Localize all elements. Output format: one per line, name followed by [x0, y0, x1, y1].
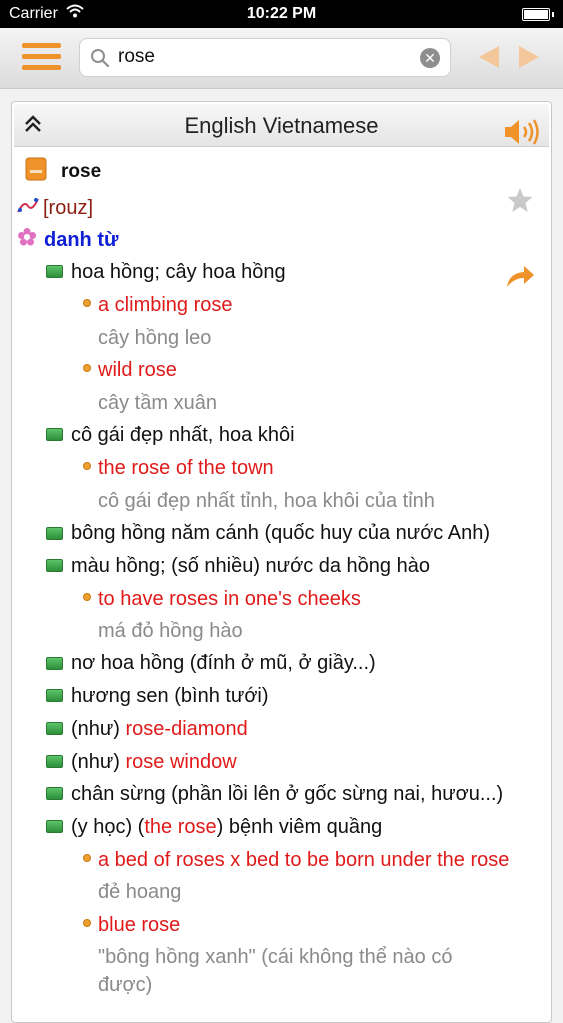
flower-icon [17, 227, 37, 252]
part-of-speech: danh từ [44, 229, 119, 251]
sense-bullet-icon [46, 755, 63, 768]
sense-meaning: (như) rose window [71, 751, 237, 774]
example-text[interactable]: to have roses in one's cheeks [98, 588, 361, 611]
dictionary-title: English Vietnamese [184, 113, 379, 138]
example-text[interactable]: the rose of the town [98, 457, 274, 480]
sense-suffix: ) bệnh viêm quầng [216, 816, 383, 838]
battery-icon [522, 8, 554, 21]
example-translation: "bông hồng xanh" (cái không thể nào có [98, 946, 453, 968]
sense-meaning: (như) rose-diamond [71, 718, 248, 741]
sense-bullet-icon [46, 787, 63, 800]
example-bullet-icon [83, 462, 91, 470]
sense-bullet-icon [46, 265, 63, 278]
cross-reference-link[interactable]: the rose [144, 816, 216, 838]
sense-meaning: cô gái đẹp nhất, hoa khôi [71, 424, 295, 446]
cross-reference-link[interactable]: rose window [126, 751, 237, 773]
pronunciation-text: [rouz] [43, 197, 94, 219]
menu-icon[interactable] [22, 42, 61, 72]
example-bullet-icon [83, 854, 91, 862]
example-bullet-icon [83, 299, 91, 307]
example-translation: cây tầm xuân [98, 392, 217, 414]
sense-bullet-icon [46, 527, 63, 540]
sense-prefix: (như) [71, 751, 126, 773]
speaker-icon[interactable] [503, 118, 541, 151]
example-text[interactable]: blue rose [98, 914, 180, 937]
sense-meaning: chân sừng (phần lồi lên ở gốc sừng nai, … [71, 783, 504, 805]
cross-reference-link[interactable]: rose-diamond [126, 718, 248, 740]
panel-header: English Vietnamese [14, 104, 549, 147]
search-input[interactable] [118, 45, 408, 69]
sense-meaning: nơ hoa hồng (đính ở mũ, ở giầy...) [71, 652, 376, 674]
example-translation: đẻ hoang [98, 881, 182, 903]
clear-icon[interactable]: ✕ [420, 48, 440, 68]
sense-prefix: (y học) ( [71, 816, 145, 838]
back-arrow-icon[interactable] [478, 45, 500, 74]
sense-bullet-icon [46, 559, 63, 572]
example-text[interactable]: a bed of roses x bed to be born under th… [98, 849, 509, 872]
example-text[interactable]: a climbing rose [98, 294, 233, 317]
share-icon[interactable] [504, 263, 536, 294]
example-translation: má đỏ hồng hào [98, 620, 243, 642]
sense-meaning: hoa hồng; cây hoa hồng [71, 261, 286, 283]
sense-bullet-icon [46, 657, 63, 670]
star-icon[interactable] [506, 186, 534, 219]
dictionary-book-icon [25, 157, 47, 186]
sense-bullet-icon [46, 689, 63, 702]
toolbar: ✕ [0, 28, 563, 89]
example-bullet-icon [83, 364, 91, 372]
sense-bullet-icon [46, 722, 63, 735]
sense-meaning: (y học) (the rose) bệnh viêm quầng [71, 816, 382, 839]
sense-bullet-icon [46, 820, 63, 833]
example-text[interactable]: wild rose [98, 359, 177, 382]
sense-prefix: (như) [71, 718, 126, 740]
example-translation: cô gái đẹp nhất tỉnh, hoa khôi của tỉnh [98, 490, 435, 512]
sense-meaning: bông hồng năm cánh (quốc huy của nước An… [71, 522, 491, 544]
clock: 10:22 PM [246, 5, 317, 22]
sense-bullet-icon [46, 428, 63, 441]
search-bar: ✕ [79, 38, 451, 77]
sense-meaning: hương sen (bình tưới) [71, 685, 269, 707]
example-translation: được) [98, 974, 153, 996]
search-icon [90, 48, 110, 73]
forward-arrow-icon[interactable] [518, 45, 540, 74]
headword: rose [61, 161, 102, 182]
sense-meaning: màu hồng; (số nhiều) nước da hồng hào [71, 555, 430, 577]
example-translation: cây hồng leo [98, 327, 212, 349]
pronunciation-icon [16, 196, 40, 221]
example-bullet-icon [83, 919, 91, 927]
status-bar: Carrier 10:22 PM [0, 0, 563, 28]
example-bullet-icon [83, 593, 91, 601]
